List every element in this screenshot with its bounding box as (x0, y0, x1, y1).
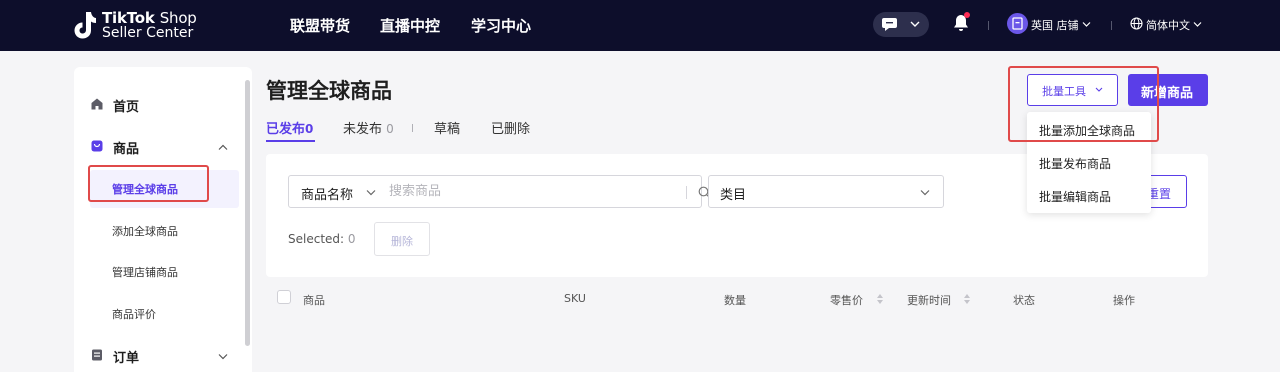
selected-label: Selected: (288, 232, 345, 246)
menu-item-batch-add-global-products[interactable]: 批量添加全球商品 (1039, 122, 1135, 139)
top-bar: TikTok Shop Seller Center 联盟带货 直播中控 学习中心… (0, 0, 1280, 51)
batch-tools-label: 批量工具 (1042, 85, 1086, 98)
column-header-product: 商品 (303, 294, 325, 307)
tab-deleted[interactable]: 已删除 (491, 118, 530, 137)
chevron-down-icon (920, 190, 930, 196)
batch-tools-menu: 批量添加全球商品 批量发布商品 批量编辑商品 (1027, 112, 1151, 213)
tab-label: 草稿 (434, 122, 461, 137)
column-header-retail-price[interactable]: 零售价 (830, 292, 863, 308)
sidebar-item-add-global-products[interactable]: 添加全球商品 (112, 223, 178, 239)
active-tab-indicator (266, 140, 315, 142)
selected-number: 0 (347, 232, 356, 246)
notification-dot (964, 12, 970, 18)
sidebar-item-manage-store-products[interactable]: 管理店铺商品 (112, 264, 178, 280)
category-label: 类目 (720, 188, 747, 203)
menu-item-batch-edit-products[interactable]: 批量编辑商品 (1039, 188, 1111, 205)
nav-live-control[interactable]: 直播中控 (380, 15, 440, 36)
tab-label: 已发布 (266, 122, 306, 137)
chevron-down-icon[interactable] (366, 189, 376, 196)
logo-brand: TikTok Shop (102, 11, 197, 26)
page-title: 管理全球商品 (266, 79, 392, 103)
search-field-select[interactable]: 商品名称 (301, 184, 353, 203)
nav-learning-center[interactable]: 学习中心 (471, 15, 531, 36)
globe-icon (1130, 17, 1143, 30)
tab-unpublished[interactable]: 未发布 0 (343, 118, 394, 137)
column-header-actions: 操作 (1113, 294, 1135, 307)
sidebar: 首页 商品 管理全球商品 添加全球商品 管理店铺商品 商品评价 订单 (74, 67, 252, 372)
store-icon (1012, 17, 1023, 30)
chevron-down-icon (910, 21, 920, 27)
column-header-quantity: 数量 (724, 294, 746, 307)
sort-icon[interactable] (876, 293, 884, 305)
sort-icon[interactable] (963, 293, 971, 305)
tab-count: 0 (386, 122, 394, 136)
messages-button[interactable] (873, 12, 929, 37)
chevron-down-icon (1082, 22, 1091, 27)
logo-subtitle: Seller Center (102, 25, 194, 41)
search-box: 商品名称 (288, 175, 711, 208)
delete-label: 删除 (391, 235, 413, 248)
tab-published[interactable]: 已发布0 (266, 118, 313, 137)
selected-count: Selected: 0 (288, 232, 356, 246)
add-product-label: 新增商品 (1141, 86, 1194, 101)
sidebar-item-home[interactable]: 首页 (113, 96, 139, 115)
sidebar-item-product-reviews[interactable]: 商品评价 (112, 306, 156, 322)
shopping-bag-icon (91, 140, 103, 152)
column-header-sku: SKU (564, 292, 586, 305)
sidebar-scrollbar[interactable] (245, 80, 250, 346)
tab-drafts[interactable]: 草稿 (434, 118, 460, 137)
menu-item-batch-publish-products[interactable]: 批量发布商品 (1039, 155, 1111, 172)
store-avatar-icon[interactable] (1007, 13, 1028, 34)
divider (1111, 21, 1112, 30)
category-select[interactable]: 类目 (708, 175, 944, 208)
nav-affiliate[interactable]: 联盟带货 (290, 15, 350, 36)
orders-icon (92, 349, 102, 361)
divider (988, 21, 989, 30)
add-product-button[interactable]: 新增商品 (1128, 74, 1208, 106)
column-header-status: 状态 (1013, 294, 1035, 307)
tab-label: 已删除 (491, 122, 531, 137)
chevron-down-icon (1095, 87, 1103, 92)
tab-count: 0 (305, 122, 314, 136)
select-all-checkbox[interactable] (277, 290, 291, 304)
sidebar-item-orders[interactable]: 订单 (113, 347, 139, 366)
tab-divider (412, 124, 413, 132)
delete-button[interactable]: 删除 (374, 222, 430, 256)
tiktok-shop-logo[interactable]: TikTok Shop Seller Center (74, 10, 204, 42)
chevron-down-icon[interactable] (218, 353, 228, 360)
sidebar-item-products[interactable]: 商品 (113, 138, 139, 157)
divider (686, 186, 687, 199)
sidebar-item-manage-global-products[interactable]: 管理全球商品 (112, 181, 178, 197)
search-input[interactable] (389, 177, 659, 206)
column-header-updated-time[interactable]: 更新时间 (907, 292, 951, 308)
chevron-down-icon (1193, 22, 1202, 27)
store-selector[interactable]: 英国 店铺 (1031, 17, 1079, 33)
batch-tools-button[interactable]: 批量工具 (1027, 74, 1118, 106)
chevron-up-icon[interactable] (218, 144, 228, 151)
chat-icon (882, 18, 897, 31)
tab-label: 未发布 (343, 122, 383, 137)
language-selector[interactable]: 简体中文 (1146, 17, 1190, 33)
tiktok-logo-icon (74, 12, 96, 39)
home-icon (91, 98, 103, 110)
